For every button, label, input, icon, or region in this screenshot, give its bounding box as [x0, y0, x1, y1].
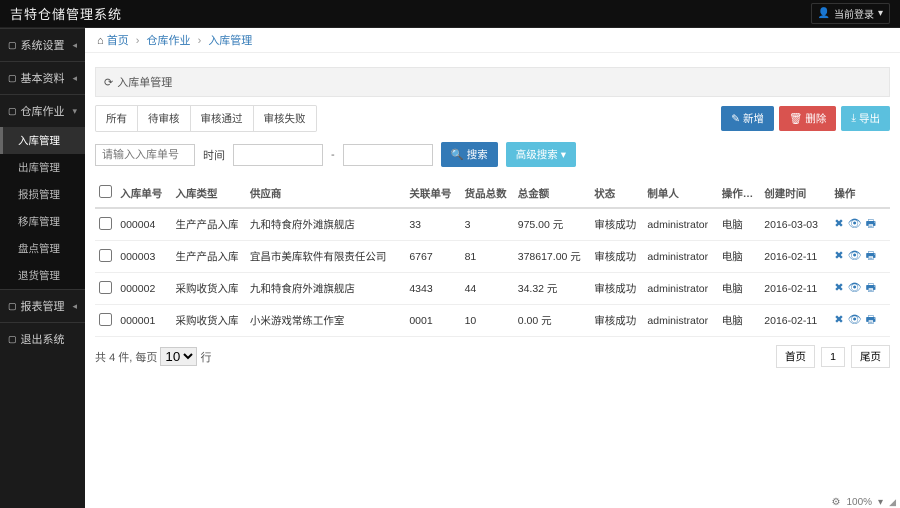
- row-print-icon[interactable]: 🖶: [866, 250, 876, 262]
- advanced-search-button[interactable]: 高级搜索▾: [506, 142, 576, 167]
- bookmark-icon: [8, 72, 17, 84]
- select-all-checkbox[interactable]: [99, 185, 112, 198]
- refresh-icon: ⟳: [104, 76, 113, 89]
- status-tabs: 所有 待审核 审核通过 审核失败: [95, 105, 317, 132]
- search-button[interactable]: 🔍搜索: [441, 142, 498, 167]
- chevron-down-icon: ▾: [878, 8, 883, 19]
- row-checkbox[interactable]: [99, 217, 112, 230]
- zoom-level: 100%: [846, 497, 872, 508]
- table-row: 000003生产产品入库宜昌市美库软件有限责任公司676781378617.00…: [95, 241, 890, 273]
- breadcrumb-home[interactable]: 首页: [107, 35, 129, 47]
- breadcrumb: ⌂ 首页 › 仓库作业 › 入库管理: [85, 28, 900, 53]
- panel-title-text: 入库单管理: [117, 74, 172, 90]
- new-button[interactable]: ✎新增: [721, 106, 774, 131]
- pager-last[interactable]: 尾页: [851, 345, 890, 368]
- bookmark-icon: [8, 39, 17, 51]
- sidebar-item-2-2[interactable]: 报损管理: [0, 181, 85, 208]
- search-icon: 🔍: [451, 148, 464, 161]
- sidebar-item-2-1[interactable]: 出库管理: [0, 154, 85, 181]
- tab-all[interactable]: 所有: [96, 106, 138, 131]
- row-delete-icon[interactable]: ✖: [834, 218, 843, 230]
- time-label: 时间: [203, 147, 225, 163]
- pager-first[interactable]: 首页: [776, 345, 815, 368]
- sidebar-group-1[interactable]: 基本资料◂: [0, 62, 85, 94]
- export-icon: ⤓: [851, 112, 856, 125]
- row-view-icon[interactable]: 👁: [848, 314, 862, 326]
- filter-bar: 时间 - 🔍搜索 高级搜索▾: [95, 142, 890, 167]
- breadcrumb-2[interactable]: 入库管理: [208, 35, 252, 47]
- topbar: 吉特仓储管理系统 👤 当前登录 ▾: [0, 0, 900, 28]
- sidebar-item-2-3[interactable]: 移库管理: [0, 208, 85, 235]
- status-bar: ⚙ 100% ▾ ◢: [832, 497, 897, 508]
- pencil-icon: ✎: [731, 113, 740, 125]
- row-delete-icon[interactable]: ✖: [834, 250, 843, 262]
- sidebar-group-0[interactable]: 系统设置◂: [0, 29, 85, 61]
- row-checkbox[interactable]: [99, 313, 112, 326]
- app-title: 吉特仓储管理系统: [10, 4, 122, 23]
- row-print-icon[interactable]: 🖶: [866, 282, 876, 294]
- bookmark-icon: [8, 333, 17, 345]
- sidebar-item-2-0[interactable]: 入库管理: [0, 127, 85, 154]
- order-no-input[interactable]: [95, 144, 195, 166]
- pager: 共 4 件, 每页 10 行 首页 1 尾页: [95, 345, 890, 368]
- panel-title: ⟳ 入库单管理: [95, 67, 890, 97]
- caret-icon: ◂: [72, 73, 77, 84]
- user-label: 当前登录: [834, 6, 874, 21]
- gear-icon[interactable]: ⚙: [832, 497, 841, 508]
- sidebar-group-3[interactable]: 报表管理◂: [0, 290, 85, 322]
- pager-page[interactable]: 1: [821, 347, 845, 367]
- row-delete-icon[interactable]: ✖: [834, 282, 843, 294]
- time-from-input[interactable]: [233, 144, 323, 166]
- table-row: 000002采购收货入库九和特食府外滩旗舰店43434434.32 元审核成功a…: [95, 273, 890, 305]
- row-checkbox[interactable]: [99, 281, 112, 294]
- row-checkbox[interactable]: [99, 249, 112, 262]
- page-size-select[interactable]: 10: [160, 347, 197, 366]
- trash-icon: 🗑: [789, 112, 802, 125]
- row-view-icon[interactable]: 👁: [848, 218, 862, 230]
- table-row: 000001采购收货入库小米游戏常练工作室0001100.00 元审核成功adm…: [95, 305, 890, 337]
- sidebar: ‹ 系统设置◂基本资料◂仓库作业▾入库管理出库管理报损管理移库管理盘点管理退货管…: [0, 28, 85, 508]
- home-icon: ⌂: [97, 35, 104, 47]
- tab-passed[interactable]: 审核通过: [191, 106, 254, 131]
- sidebar-group-4[interactable]: 退出系统: [0, 323, 85, 355]
- current-user-dropdown[interactable]: 👤 当前登录 ▾: [811, 3, 890, 24]
- bookmark-icon: [8, 300, 17, 312]
- delete-button[interactable]: 🗑删除: [779, 106, 836, 131]
- caret-icon: ◂: [72, 40, 77, 51]
- row-print-icon[interactable]: 🖶: [866, 218, 876, 230]
- row-view-icon[interactable]: 👁: [848, 282, 862, 294]
- caret-icon: ◂: [72, 301, 77, 312]
- zoom-caret-icon[interactable]: ▾: [878, 497, 883, 508]
- sidebar-item-2-5[interactable]: 退货管理: [0, 262, 85, 289]
- table-row: 000004生产产品入库九和特食府外滩旗舰店333975.00 元审核成功adm…: [95, 208, 890, 241]
- time-to-input[interactable]: [343, 144, 433, 166]
- data-table: 入库单号 入库类型 供应商 关联单号 货品总数 总金额 状态 制单人 操作方式 …: [95, 179, 890, 337]
- main-content: ⌂ 首页 › 仓库作业 › 入库管理 ⟳ 入库单管理 所有 待审核 审核通过 审…: [85, 28, 900, 508]
- resize-grip-icon[interactable]: ◢: [889, 497, 896, 508]
- bookmark-icon: [8, 105, 17, 117]
- table-header-row: 入库单号 入库类型 供应商 关联单号 货品总数 总金额 状态 制单人 操作方式 …: [95, 179, 890, 208]
- tab-failed[interactable]: 审核失败: [254, 106, 316, 131]
- caret-icon: ▾: [72, 106, 77, 117]
- chevron-down-icon: ▾: [561, 149, 566, 161]
- sidebar-item-2-4[interactable]: 盘点管理: [0, 235, 85, 262]
- sidebar-group-2[interactable]: 仓库作业▾: [0, 95, 85, 127]
- row-delete-icon[interactable]: ✖: [834, 314, 843, 326]
- breadcrumb-1[interactable]: 仓库作业: [147, 35, 191, 47]
- tab-pending[interactable]: 待审核: [138, 106, 191, 131]
- row-view-icon[interactable]: 👁: [848, 250, 862, 262]
- row-print-icon[interactable]: 🖶: [866, 314, 876, 326]
- export-button[interactable]: ⤓导出: [841, 106, 890, 131]
- user-icon: 👤: [818, 8, 830, 19]
